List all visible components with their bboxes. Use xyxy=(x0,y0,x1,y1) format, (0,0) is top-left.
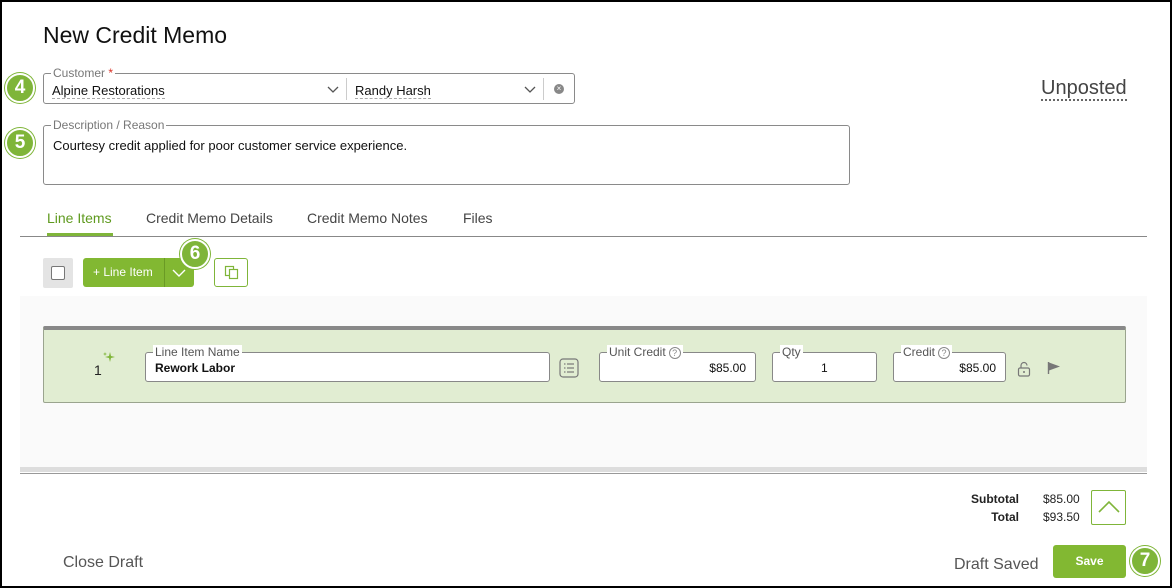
subtotal-label: Subtotal xyxy=(971,492,1019,506)
line-item-name-value: Rework Labor xyxy=(155,361,236,375)
qty-field[interactable]: Qty 1 xyxy=(772,345,877,382)
unit-credit-field[interactable]: Unit Credit? $85.00 xyxy=(599,345,756,382)
page-title: New Credit Memo xyxy=(43,22,228,48)
copy-icon xyxy=(224,265,239,280)
unit-credit-value: $85.00 xyxy=(709,361,746,375)
close-draft-button[interactable]: Close Draft xyxy=(63,554,143,572)
clear-icon[interactable]: × xyxy=(554,84,564,94)
list-icon[interactable] xyxy=(559,358,579,378)
subtotal-value: $85.00 xyxy=(1043,492,1080,506)
credit-label-text: Credit xyxy=(903,345,936,359)
callout-badge-7: 7 xyxy=(1130,546,1160,576)
chevron-up-icon xyxy=(1098,500,1120,513)
help-icon[interactable]: ? xyxy=(668,347,681,359)
customer-label: Customer * xyxy=(51,66,116,80)
line-item-name-field[interactable]: Line Item Name Rework Labor xyxy=(145,345,550,382)
description-label: Description / Reason xyxy=(51,118,167,132)
tab-credit-memo-details[interactable]: Credit Memo Details xyxy=(146,210,273,226)
total-value: $93.50 xyxy=(1043,510,1080,524)
line-item-name-label: Line Item Name xyxy=(153,345,242,359)
add-line-item-button[interactable]: + Line Item xyxy=(83,258,194,287)
add-line-item-label: + Line Item xyxy=(93,265,153,279)
credit-label: Credit? xyxy=(901,345,953,359)
select-all-checkbox-wrap[interactable] xyxy=(43,258,73,288)
panel-divider xyxy=(20,473,1147,474)
active-tab-indicator xyxy=(47,233,113,236)
chevron-down-icon[interactable] xyxy=(327,83,339,95)
chevron-down-icon[interactable] xyxy=(524,83,536,95)
draft-saved-status: Draft Saved xyxy=(954,556,1039,573)
description-value: Courtesy credit applied for poor custome… xyxy=(53,138,408,153)
split-divider xyxy=(164,258,165,287)
unit-credit-label: Unit Credit? xyxy=(607,345,683,359)
customer-company-select[interactable]: Alpine Restorations xyxy=(52,83,165,99)
help-icon[interactable]: ? xyxy=(938,347,951,359)
callout-badge-5: 5 xyxy=(5,128,35,158)
divider xyxy=(346,78,347,100)
line-item-row: 1 Line Item Name Rework Labor Unit Credi… xyxy=(43,326,1126,403)
tab-bar: Line Items Credit Memo Details Credit Me… xyxy=(20,200,1147,237)
credit-field[interactable]: Credit? $85.00 xyxy=(893,345,1006,382)
unlock-icon[interactable] xyxy=(1017,361,1031,377)
scroll-top-button[interactable] xyxy=(1091,490,1126,525)
select-all-checkbox[interactable] xyxy=(51,266,65,280)
status-link[interactable]: Unposted xyxy=(1041,77,1127,101)
tab-files[interactable]: Files xyxy=(463,210,493,226)
callout-badge-4: 4 xyxy=(5,73,35,103)
flag-icon[interactable] xyxy=(1047,361,1061,375)
panel-bottom-bar xyxy=(20,467,1147,472)
tab-line-items[interactable]: Line Items xyxy=(47,210,112,226)
line-item-number: 1 xyxy=(94,362,102,378)
unit-credit-label-text: Unit Credit xyxy=(609,345,666,359)
tab-credit-memo-notes[interactable]: Credit Memo Notes xyxy=(307,210,428,226)
customer-contact-select[interactable]: Randy Harsh xyxy=(355,83,431,99)
customer-label-text: Customer xyxy=(53,66,106,80)
description-field[interactable]: Description / Reason Courtesy credit app… xyxy=(43,118,850,185)
callout-badge-6: 6 xyxy=(180,239,210,269)
qty-label: Qty xyxy=(780,345,803,359)
total-label: Total xyxy=(991,510,1019,524)
credit-value: $85.00 xyxy=(959,361,996,375)
chevron-down-icon[interactable] xyxy=(171,267,187,279)
required-mark: * xyxy=(108,66,114,80)
save-button[interactable]: Save xyxy=(1053,545,1126,578)
sparkle-icon xyxy=(103,352,115,362)
divider xyxy=(543,78,544,100)
customer-field: Customer * Alpine Restorations Randy Har… xyxy=(43,66,575,104)
qty-value: 1 xyxy=(821,361,828,375)
copy-button[interactable] xyxy=(214,258,248,287)
